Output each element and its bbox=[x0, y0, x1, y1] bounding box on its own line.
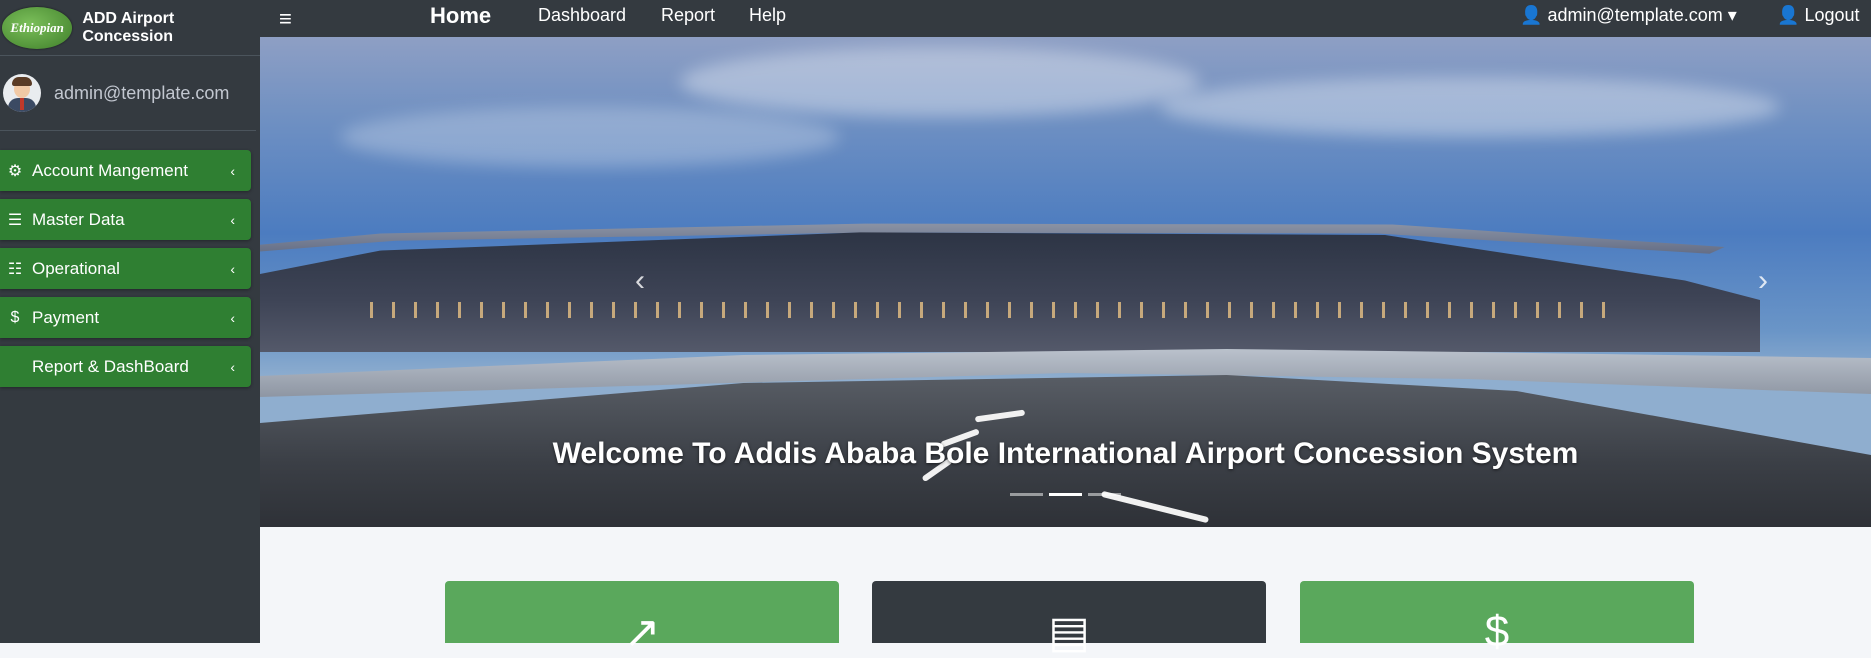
image-carousel: ‹ › Welcome To Addis Ababa Bole Internat… bbox=[260, 37, 1871, 527]
user-name[interactable]: admin@template.com bbox=[54, 83, 229, 104]
sidebar-item-label: Account Mangement bbox=[32, 160, 188, 180]
nav-dashboard[interactable]: Dashboard bbox=[538, 5, 626, 26]
sidebar-item-payment[interactable]: $ Payment ‹ bbox=[0, 297, 251, 338]
user-icon: 👤 bbox=[1520, 5, 1543, 25]
carousel-prev-icon[interactable]: ‹ bbox=[635, 264, 645, 298]
sidebar-item-report-dashboard[interactable]: Report & DashBoard ‹ bbox=[0, 346, 251, 387]
chevron-left-icon: ‹ bbox=[230, 162, 235, 179]
newspaper-icon: ▤ bbox=[1048, 608, 1090, 657]
chevron-left-icon: ‹ bbox=[230, 260, 235, 277]
database-icon: ☰ bbox=[7, 211, 23, 229]
avatar bbox=[3, 74, 41, 112]
logout-label: Logout bbox=[1804, 5, 1860, 25]
sidebar-item-label: Operational bbox=[32, 258, 120, 278]
ethiopian-logo: Ethiopian bbox=[2, 6, 73, 49]
carousel-indicator-2[interactable] bbox=[1049, 493, 1082, 496]
carousel-indicators bbox=[260, 493, 1871, 496]
tasks-icon: ☷ bbox=[7, 260, 23, 278]
logout-button[interactable]: 👤 Logout bbox=[1777, 5, 1860, 26]
chevron-left-icon: ‹ bbox=[230, 358, 235, 375]
sidebar-item-master-data[interactable]: ☰ Master Data ‹ bbox=[0, 199, 251, 240]
cogs-icon: ⚙ bbox=[7, 162, 23, 180]
chevron-left-icon: ‹ bbox=[230, 309, 235, 326]
user-panel[interactable]: admin@template.com bbox=[0, 56, 256, 131]
sidebar-item-account-management[interactable]: ⚙ Account Mangement ‹ bbox=[0, 150, 251, 191]
card-payment[interactable]: $ bbox=[1300, 581, 1694, 656]
sidebar-item-operational[interactable]: ☷ Operational ‹ bbox=[0, 248, 251, 289]
sidebar-item-label: Report & DashBoard bbox=[32, 356, 189, 376]
chevron-left-icon: ‹ bbox=[230, 211, 235, 228]
top-navbar: ≡ Home Dashboard Report Help 👤 admin@tem… bbox=[260, 0, 1871, 37]
sidebar: Ethiopian ADD Airport Concession admin@t… bbox=[0, 0, 260, 643]
carousel-indicator-3[interactable] bbox=[1088, 493, 1121, 496]
sidebar-nav: ⚙ Account Mangement ‹ ☰ Master Data ‹ ☷ … bbox=[0, 150, 260, 387]
nav-home[interactable]: Home bbox=[430, 3, 491, 29]
nav-help[interactable]: Help bbox=[749, 5, 786, 26]
menu-icon[interactable]: ≡ bbox=[279, 6, 309, 32]
dollar-icon: $ bbox=[1484, 607, 1510, 656]
user-dropdown[interactable]: 👤 admin@template.com ▾ bbox=[1520, 5, 1737, 26]
sidebar-item-label: Payment bbox=[32, 307, 100, 327]
nav-report[interactable]: Report bbox=[661, 5, 715, 26]
card-dashboard[interactable]: ↗ bbox=[445, 581, 839, 657]
carousel-caption: Welcome To Addis Ababa Bole Internationa… bbox=[552, 437, 1579, 470]
card-report[interactable]: ▤ bbox=[872, 581, 1266, 657]
user-times-icon: 👤 bbox=[1777, 5, 1800, 25]
dollar-icon: $ bbox=[10, 308, 20, 326]
carousel-next-icon[interactable]: › bbox=[1758, 264, 1768, 298]
sidebar-item-label: Master Data bbox=[32, 209, 125, 229]
chart-line-icon: ↗ bbox=[623, 608, 661, 657]
brand-link[interactable]: Ethiopian ADD Airport Concession bbox=[0, 0, 260, 56]
brand-title: ADD Airport Concession bbox=[82, 9, 175, 45]
carousel-indicator-1[interactable] bbox=[1010, 493, 1043, 496]
caret-down-icon: ▾ bbox=[1727, 5, 1737, 25]
user-dropdown-label: admin@template.com bbox=[1547, 5, 1723, 25]
